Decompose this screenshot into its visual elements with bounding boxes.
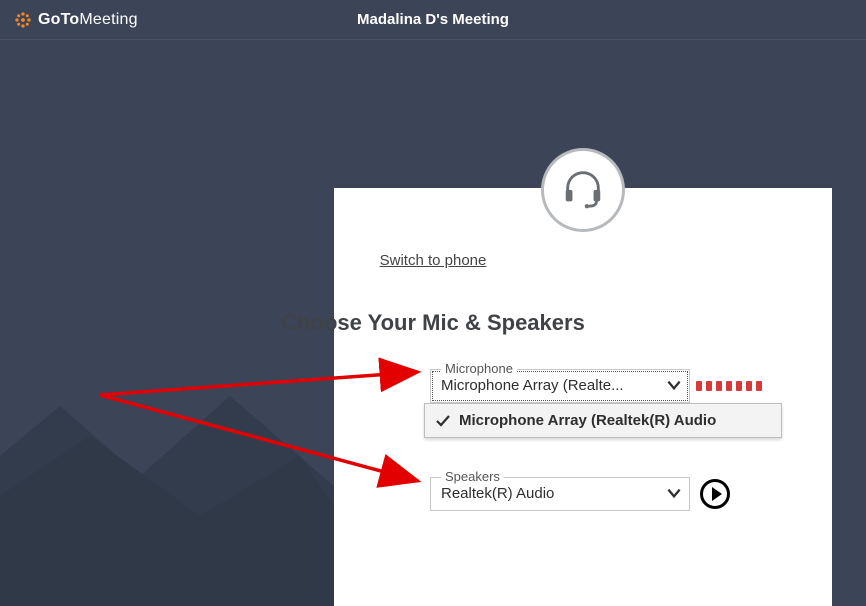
app-logo: GoToMeeting xyxy=(14,11,138,29)
play-icon xyxy=(712,487,722,501)
check-icon xyxy=(435,413,451,429)
switch-to-phone-link[interactable]: Switch to phone xyxy=(380,252,487,269)
microphone-dropdown-list: Microphone Array (Realtek(R) Audio xyxy=(424,403,782,438)
test-speakers-button[interactable] xyxy=(700,479,730,509)
logo-text: GoToMeeting xyxy=(38,11,138,29)
microphone-level-indicator xyxy=(696,381,762,391)
microphone-label: Microphone xyxy=(441,361,517,376)
microphone-selected-value: Microphone Array (Realte... xyxy=(441,377,665,394)
chevron-down-icon xyxy=(665,484,683,502)
headset-icon xyxy=(560,165,606,216)
speakers-selected-value: Realtek(R) Audio xyxy=(441,485,665,502)
headset-icon-circle xyxy=(541,148,625,232)
chevron-down-icon xyxy=(665,376,683,394)
logo-icon xyxy=(14,11,32,29)
microphone-select[interactable]: Microphone Microphone Array (Realte... xyxy=(430,369,690,403)
microphone-option-label: Microphone Array (Realtek(R) Audio xyxy=(459,412,716,429)
speakers-label: Speakers xyxy=(441,469,504,484)
panel-title: Choose Your Mic & Speakers xyxy=(281,310,585,336)
microphone-option[interactable]: Microphone Array (Realtek(R) Audio xyxy=(425,404,781,437)
speakers-select[interactable]: Speakers Realtek(R) Audio xyxy=(430,477,690,511)
